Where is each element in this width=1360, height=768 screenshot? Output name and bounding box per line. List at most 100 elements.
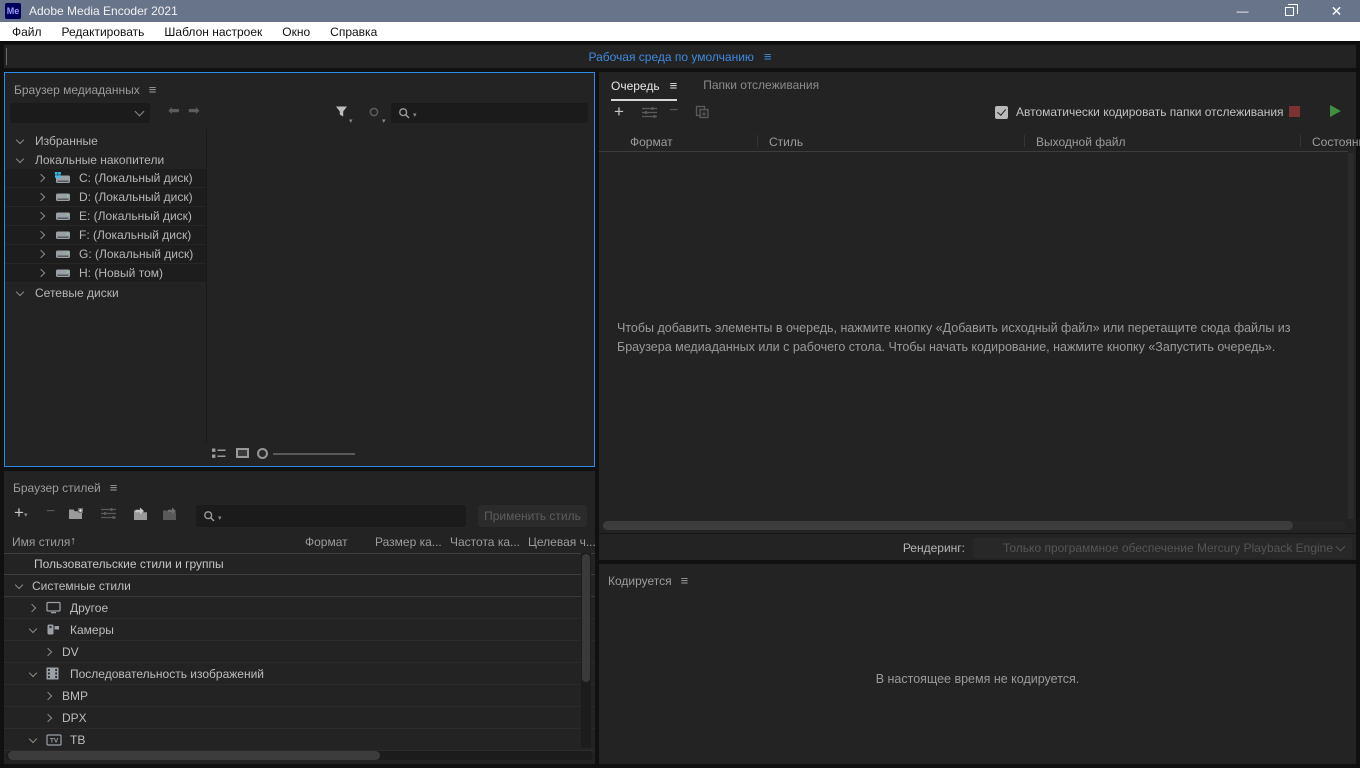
queue-horizontal-scrollbar-track[interactable] — [602, 521, 1347, 530]
minimize-button[interactable]: — — [1219, 0, 1266, 22]
preset-column-2[interactable]: Размер ка... — [375, 535, 442, 549]
chevron-right-icon[interactable] — [35, 194, 49, 200]
auto-encode-checkbox[interactable] — [995, 106, 1008, 119]
chevron-right-icon[interactable] — [35, 270, 49, 276]
queue-menu-icon[interactable]: ≡ — [670, 78, 678, 93]
menu-item-3[interactable]: Окно — [272, 25, 320, 39]
apply-preset-button[interactable]: Применить стиль — [478, 505, 587, 527]
queue-toolbar: + − Автоматически кодировать папки отсле… — [599, 102, 1356, 128]
chevron-down-icon[interactable] — [12, 584, 26, 588]
preset-horizontal-scrollbar-track[interactable] — [6, 751, 593, 760]
queue-vertical-scrollbar[interactable] — [1348, 153, 1354, 519]
restore-button[interactable] — [1266, 0, 1313, 22]
preset-tree-item-7[interactable]: DPX — [4, 707, 595, 729]
column-divider — [757, 135, 758, 147]
chevron-down-icon[interactable] — [13, 158, 27, 162]
chevron-right-icon[interactable] — [26, 605, 40, 611]
queue-column-2[interactable]: Выходной файл — [1036, 135, 1126, 149]
export-preset-icon[interactable] — [162, 507, 179, 521]
tab-watch-folders[interactable]: Папки отслеживания — [703, 78, 819, 98]
preset-browser-menu-icon[interactable]: ≡ — [110, 480, 118, 495]
preset-column-1[interactable]: Формат — [305, 535, 348, 549]
media-tree-item-7[interactable]: H: (Новый том) — [5, 264, 206, 283]
chevron-down-icon[interactable] — [13, 291, 27, 295]
preset-search-input[interactable]: ▾ — [196, 505, 466, 527]
zoom-slider-track[interactable] — [273, 453, 355, 455]
media-browser-menu-icon[interactable]: ≡ — [149, 82, 157, 97]
chevron-right-icon[interactable] — [35, 232, 49, 238]
menu-item-1[interactable]: Редактировать — [52, 25, 155, 39]
preset-tree-item-1[interactable]: Системные стили — [4, 575, 595, 597]
workspace-menu-icon[interactable]: ≡ — [764, 49, 772, 64]
window-title: Adobe Media Encoder 2021 — [29, 4, 178, 18]
zoom-slider-knob[interactable] — [257, 448, 268, 459]
filter-icon[interactable] — [335, 105, 348, 118]
preset-tree-item-3[interactable]: Камеры — [4, 619, 595, 641]
chevron-right-icon[interactable] — [35, 251, 49, 257]
forward-arrow-icon[interactable]: ➡ — [188, 102, 200, 119]
preset-vertical-scrollbar-thumb[interactable] — [582, 554, 590, 682]
media-tree-item-3[interactable]: D: (Локальный диск) — [5, 188, 206, 207]
file-type-filter-icon[interactable] — [368, 106, 380, 118]
add-source-button[interactable]: + — [614, 102, 624, 122]
workspace-label[interactable]: Рабочая среда по умолчанию — [588, 50, 753, 64]
preset-settings-icon[interactable] — [100, 507, 117, 520]
chevron-down-icon[interactable] — [26, 628, 40, 632]
media-tree-item-6[interactable]: G: (Локальный диск) — [5, 245, 206, 264]
import-preset-icon[interactable] — [132, 507, 149, 521]
column-divider — [1300, 135, 1301, 147]
chevron-right-icon[interactable] — [42, 693, 56, 699]
queue-column-1[interactable]: Стиль — [769, 135, 803, 149]
ingest-settings-icon[interactable] — [641, 106, 658, 119]
close-button[interactable]: ✕ — [1313, 0, 1360, 22]
preset-column-4[interactable]: Целевая ч... — [528, 535, 596, 549]
media-tree-item-5[interactable]: F: (Локальный диск) — [5, 226, 206, 245]
menu-item-4[interactable]: Справка — [320, 25, 387, 39]
create-group-icon[interactable] — [68, 507, 85, 521]
queue-horizontal-scrollbar-thumb[interactable] — [603, 521, 1293, 530]
media-tree-item-1[interactable]: Локальные накопители — [5, 150, 594, 169]
renderer-dropdown[interactable]: Только программное обеспечение Mercury P… — [973, 538, 1352, 558]
preset-horizontal-scrollbar-thumb[interactable] — [8, 751, 380, 760]
menu-item-2[interactable]: Шаблон настроек — [154, 25, 272, 39]
preset-tree-item-8[interactable]: TVТВ — [4, 729, 595, 751]
back-arrow-icon[interactable]: ⬅ — [168, 102, 180, 119]
preset-tree-item-0[interactable]: Пользовательские стили и группы — [4, 553, 595, 575]
chevron-down-icon[interactable] — [26, 738, 40, 742]
tab-queue[interactable]: Очередь ≡ — [611, 78, 677, 101]
chevron-right-icon[interactable] — [35, 175, 49, 181]
queue-column-3[interactable]: Состояни — [1312, 135, 1360, 149]
chevron-right-icon[interactable] — [35, 213, 49, 219]
chevron-down-icon[interactable] — [26, 672, 40, 676]
remove-source-button[interactable]: − — [669, 102, 678, 120]
preset-tree-item-4[interactable]: DV — [4, 641, 595, 663]
preset-tree-item-5[interactable]: Последовательность изображений — [4, 663, 595, 685]
media-source-dropdown[interactable] — [10, 103, 150, 123]
list-view-icon[interactable] — [211, 447, 226, 460]
create-preset-button[interactable]: +▾ — [14, 503, 27, 523]
encoding-menu-icon[interactable]: ≡ — [681, 573, 689, 588]
chevron-down-icon[interactable] — [13, 139, 27, 143]
hard-drive-icon — [55, 229, 75, 241]
thumbnail-view-icon[interactable] — [235, 447, 250, 459]
preset-tree-item-6[interactable]: BMP — [4, 685, 595, 707]
media-tree-item-8[interactable]: Сетевые диски — [5, 283, 594, 302]
delete-preset-button[interactable]: − — [46, 503, 55, 521]
media-tree-item-4[interactable]: E: (Локальный диск) — [5, 207, 206, 226]
stop-queue-button[interactable] — [1289, 106, 1300, 117]
preset-tree-label: DPX — [62, 711, 87, 725]
media-search-input[interactable]: ▾ — [391, 103, 588, 123]
window-controls: — ✕ — [1219, 0, 1360, 22]
chevron-right-icon[interactable] — [42, 715, 56, 721]
preset-column-3[interactable]: Частота ка... — [450, 535, 520, 549]
media-tree-item-0[interactable]: Избранные — [5, 131, 594, 150]
preset-tree-item-2[interactable]: Другое — [4, 597, 595, 619]
chevron-right-icon[interactable] — [42, 649, 56, 655]
menu-item-0[interactable]: Файл — [2, 25, 52, 39]
duplicate-icon[interactable] — [695, 105, 710, 119]
media-tree-item-2[interactable]: C: (Локальный диск) — [5, 169, 206, 188]
preset-column-0[interactable]: Имя стиля ↑ — [12, 535, 70, 549]
queue-column-0[interactable]: Формат — [630, 135, 673, 149]
hard-drive-icon — [55, 267, 75, 279]
start-queue-button[interactable] — [1330, 105, 1341, 117]
